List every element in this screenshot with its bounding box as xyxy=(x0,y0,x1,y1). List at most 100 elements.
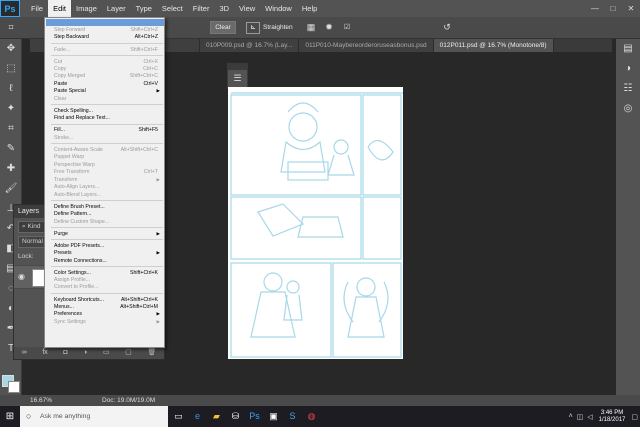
tab-010P009[interactable]: 010P009.psd @ 16.7% (Lay... xyxy=(200,39,300,52)
photoshop-taskbar-icon[interactable]: Ps xyxy=(246,406,263,427)
menu-item-label: Paste Special xyxy=(54,88,86,95)
menu-file[interactable]: File xyxy=(26,0,48,17)
chrome-icon[interactable]: ◍ xyxy=(303,406,320,427)
edit-menu-item: Clear xyxy=(54,95,164,103)
volume-icon[interactable]: ◁ xyxy=(587,413,592,421)
notifications-icon[interactable]: ▢ xyxy=(631,413,638,421)
edge-icon[interactable]: e xyxy=(189,406,206,427)
app-icon[interactable]: ▣ xyxy=(265,406,282,427)
clock[interactable]: 3:46 PM 1/18/2017 xyxy=(599,410,626,424)
menu-item-label: Keyboard Shortcuts... xyxy=(54,296,104,303)
highlighted-item[interactable] xyxy=(46,19,164,26)
menu-select[interactable]: Select xyxy=(157,0,188,17)
menu-separator xyxy=(51,200,163,201)
adjustments-icon[interactable]: ◑ xyxy=(616,59,640,79)
menu-item-label: Fill... xyxy=(54,127,65,134)
crop-tool-icon[interactable]: ⌗ xyxy=(4,21,18,34)
checkbox-icon[interactable]: ☑ xyxy=(340,21,354,34)
trash-icon[interactable]: 🗑 xyxy=(147,347,156,359)
zoom-level[interactable]: 16.67% xyxy=(0,397,60,404)
straighten-control[interactable]: ⊾ Straighten xyxy=(246,21,293,34)
grid-overlay-icon[interactable]: ▦ xyxy=(304,21,318,34)
menu-edit[interactable]: Edit xyxy=(48,0,72,17)
menu-item-label: Fade... xyxy=(54,46,71,53)
reset-icon[interactable]: ↺ xyxy=(440,21,454,34)
windows-start-icon[interactable]: ⊞ xyxy=(0,406,20,427)
menu-filter[interactable]: Filter xyxy=(188,0,215,17)
menu-layer[interactable]: Layer xyxy=(102,0,131,17)
panel-2 xyxy=(362,94,402,196)
edit-menu-item[interactable]: Remote Connections... xyxy=(54,257,164,265)
eyedropper-icon[interactable]: ✎ xyxy=(0,139,22,159)
gear-icon[interactable]: ✹ xyxy=(322,21,336,34)
menu-separator xyxy=(51,265,163,267)
edit-menu-item: Stroke... xyxy=(54,134,164,142)
menu-item-shortcut: Shift+Ctrl+F xyxy=(130,46,158,53)
menu-separator xyxy=(51,292,163,294)
visibility-eye-icon[interactable]: ◉ xyxy=(18,272,25,281)
menu-type[interactable]: Type xyxy=(131,0,157,17)
crop-tool-icon[interactable]: ⌗ xyxy=(0,119,22,139)
menu-3d[interactable]: 3D xyxy=(214,0,234,17)
menu-separator xyxy=(51,54,163,56)
lasso-tool-icon[interactable]: ℓ xyxy=(0,79,22,99)
store-icon[interactable]: ⛁ xyxy=(227,406,244,427)
menu-item-label: Copy xyxy=(54,66,67,72)
menu-help[interactable]: Help xyxy=(297,0,322,17)
brush-tool-icon[interactable]: 🖌 xyxy=(0,179,22,199)
system-tray: ˄ ◫ ◁ 3:46 PM 1/18/2017 ▢ xyxy=(567,406,640,427)
menu-view[interactable]: View xyxy=(234,0,260,17)
menu-item-label: Purge xyxy=(54,230,68,237)
clear-button[interactable]: Clear xyxy=(210,21,236,34)
close-button[interactable]: ✕ xyxy=(622,0,640,17)
marquee-tool-icon[interactable]: ⬚ xyxy=(0,59,22,79)
submenu-arrow-icon: ▶ xyxy=(156,230,160,236)
menu-item-label: Stroke... xyxy=(54,134,74,141)
edit-menu-item[interactable]: Step Backward Alt+Ctrl+Z xyxy=(54,33,164,41)
edit-menu-item[interactable]: Find and Replace Text... xyxy=(54,114,164,122)
adjustment-layer-icon[interactable]: ◑ xyxy=(83,347,87,359)
magic-wand-icon[interactable]: ✦ xyxy=(0,99,22,119)
menu-item-label: Clear xyxy=(54,95,67,102)
new-layer-icon[interactable]: ▢ xyxy=(125,347,132,359)
edit-menu-item[interactable]: Purge ▶ xyxy=(54,230,164,238)
menu-item-label: Perspective Warp xyxy=(54,161,95,168)
history-panel-icon[interactable]: ▤ xyxy=(616,39,640,59)
background-color[interactable] xyxy=(8,381,20,393)
tray-up-arrow-icon[interactable]: ˄ xyxy=(569,413,573,420)
menu-item-label: Preferences xyxy=(54,311,82,318)
fx-icon[interactable]: fx xyxy=(42,347,47,359)
menu-image[interactable]: Image xyxy=(71,0,102,17)
menu-item-label: Check Spelling... xyxy=(54,107,93,114)
document-canvas[interactable] xyxy=(228,87,403,359)
link-icon[interactable]: ∞ xyxy=(22,347,27,359)
doc-info[interactable]: Doc: 19.0M/19.0M xyxy=(60,397,155,404)
status-bar: 16.67% Doc: 19.0M/19.0M xyxy=(0,395,640,406)
collapsed-panel[interactable]: ☰ xyxy=(227,63,248,89)
tab-011P010[interactable]: 011P010-Maybereorderoruseasbonus.psd xyxy=(299,39,434,52)
mask-icon[interactable]: ◘ xyxy=(63,347,67,359)
menu-item-label: Cut xyxy=(54,58,63,65)
maximize-button[interactable]: □ xyxy=(604,0,622,17)
file-explorer-icon[interactable]: ▰ xyxy=(208,406,225,427)
move-tool-icon[interactable]: ✥ xyxy=(0,39,22,59)
edit-menu-item: Convert to Profile... xyxy=(54,283,164,291)
color-swatches[interactable] xyxy=(2,375,20,393)
channels-icon[interactable]: ◎ xyxy=(616,99,640,119)
menu-item-label: Transform xyxy=(54,176,78,183)
menu-item-label: Remote Connections... xyxy=(54,257,107,264)
minimize-button[interactable]: — xyxy=(586,0,604,17)
lock-label: Lock: xyxy=(18,253,34,260)
edit-menu-item: Auto-Blend Layers... xyxy=(54,191,164,199)
clock-time: 3:46 PM xyxy=(600,409,624,416)
menu-window[interactable]: Window xyxy=(260,0,297,17)
panel-menu-icon[interactable]: ☰ xyxy=(228,70,247,86)
tab-012P011[interactable]: 012P011.psd @ 16.7% (Monotone/8) xyxy=(433,39,554,52)
skype-icon[interactable]: S xyxy=(284,406,301,427)
properties-icon[interactable]: ☷ xyxy=(616,79,640,99)
network-icon[interactable]: ◫ xyxy=(577,413,584,421)
folder-icon[interactable]: ▭ xyxy=(103,347,110,359)
cortana-search[interactable]: ○ Ask me anything xyxy=(20,406,168,427)
healing-brush-icon[interactable]: ✚ xyxy=(0,159,22,179)
task-view-icon[interactable]: ▭ xyxy=(170,406,187,427)
